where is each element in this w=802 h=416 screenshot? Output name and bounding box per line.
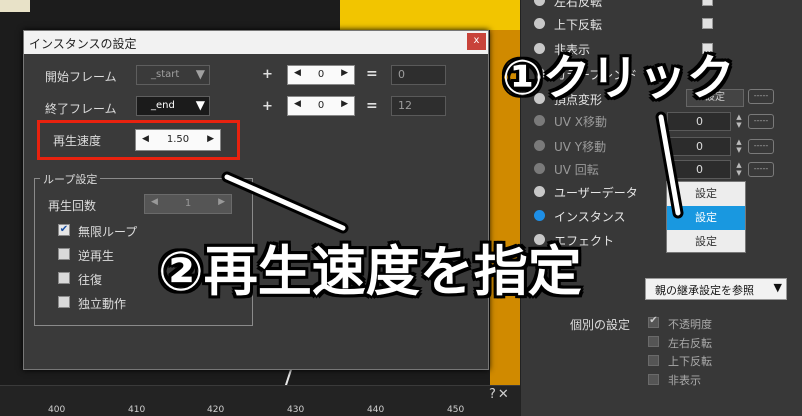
annotation-step1: ①クリック (502, 50, 735, 106)
annotation-line (224, 174, 346, 231)
annotation-step2: ②再生速度を指定 (158, 240, 582, 303)
annotation-line (658, 114, 681, 216)
